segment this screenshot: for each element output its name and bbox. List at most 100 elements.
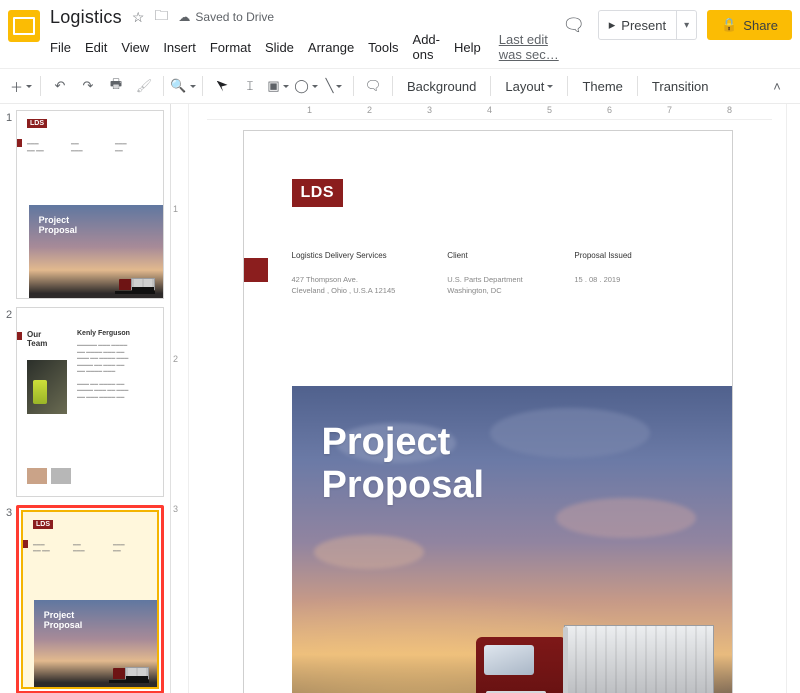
mini-truck-icon [109,665,149,683]
slide-canvas[interactable]: LDS Logistics Delivery Services 427 Thom… [243,130,733,693]
thumb-row: 1 LDS ▁▁▁▁▁ ▁▁▁▁▁▁▁▁▁▁▁▁ Project Proposa… [2,110,164,299]
present-dropdown[interactable]: ▾ [677,10,697,40]
ruler-num: 3 [427,105,432,115]
lock-icon: 🔒 [721,17,737,33]
last-edit-link[interactable]: Last edit was sec… [499,32,560,62]
col2-line2: Washington, DC [447,285,574,296]
separator [163,76,164,96]
menu-format[interactable]: Format [210,40,251,55]
slides-app-icon[interactable] [8,10,40,42]
saved-text: Saved to Drive [195,10,274,24]
shape-tool[interactable]: ◯ [293,73,319,99]
mini-accent [17,139,22,147]
toolbar: ＋ ↶ ↷ 🖶 🖌 🔍 𝙸 ▣ ◯ ╲ 🗨 Background Layout … [0,68,800,104]
new-slide-button[interactable]: ＋ [8,73,34,99]
comments-icon[interactable]: 🗨 [560,11,588,39]
menu-slide[interactable]: Slide [265,40,294,55]
header: Logistics ☆ 🗀 ☁ Saved to Drive File Edit… [0,0,800,68]
menu-edit[interactable]: Edit [85,40,107,55]
separator [353,76,354,96]
menu-file[interactable]: File [50,40,71,55]
menu-addons[interactable]: Add-ons [413,32,440,62]
separator [392,76,393,96]
star-icon[interactable]: ☆ [132,9,145,26]
present-label: Present [621,18,666,33]
select-tool[interactable] [209,73,235,99]
menu-view[interactable]: View [121,40,149,55]
mini-hero: Project Proposal [29,205,163,299]
line-tool[interactable]: ╲ [321,73,347,99]
saved-status[interactable]: ☁ Saved to Drive [178,10,274,24]
print-button[interactable]: 🖶 [103,73,129,99]
mini-heading: Our Team [27,330,47,348]
menu-arrange[interactable]: Arrange [308,40,354,55]
mini-accent [23,540,28,548]
vertical-ruler[interactable]: 1 2 3 [171,104,189,693]
col1-line1: 427 Thompson Ave. [292,274,448,285]
present-button[interactable]: ▸ Present [598,10,677,40]
title-block: Logistics ☆ 🗀 ☁ Saved to Drive File Edit… [50,6,560,68]
mini-hero-title: Project Proposal [44,610,83,631]
thumb-row: 3 LDS ▁▁▁▁▁ ▁▁▁▁▁▁▁▁▁▁▁▁ Project Proposa… [2,505,164,693]
menu-help[interactable]: Help [454,40,481,55]
hero-title[interactable]: Project Proposal [322,421,485,506]
mini-hero: Project Proposal [34,600,157,688]
paint-format-button[interactable]: 🖌 [131,73,157,99]
ruler-num: 5 [547,105,552,115]
separator [567,76,568,96]
slide-thumb-1[interactable]: LDS ▁▁▁▁▁ ▁▁▁▁▁▁▁▁▁▁▁▁ Project Proposal [16,110,164,299]
canvas-wrap: 1 2 3 4 5 6 7 8 LDS Logistics Delivery S… [189,104,786,693]
mini-logo: LDS [27,119,47,128]
truck-illustration [454,606,714,693]
doc-title[interactable]: Logistics [50,7,122,28]
mini-accent [17,332,22,340]
separator [40,76,41,96]
mini-photo-small [27,468,47,484]
mini-hero-title: Project Proposal [39,215,78,236]
ruler-num: 2 [367,105,372,115]
ruler-num: 8 [727,105,732,115]
slide-meta-grid[interactable]: Logistics Delivery Services 427 Thompson… [292,251,702,297]
horizontal-ruler[interactable]: 1 2 3 4 5 6 7 8 [207,104,772,120]
hero-image[interactable]: Project Proposal [292,386,732,693]
comment-button[interactable]: 🗨 [360,73,386,99]
present-play-icon: ▸ [609,17,616,33]
theme-button[interactable]: Theme [574,73,630,99]
menu-insert[interactable]: Insert [163,40,196,55]
col3-heading: Proposal Issued [574,251,701,260]
ruler-num: 7 [667,105,672,115]
share-button[interactable]: 🔒 Share [707,10,792,40]
col1-heading: Logistics Delivery Services [292,251,448,260]
background-button[interactable]: Background [399,73,484,99]
move-icon[interactable]: 🗀 [154,5,168,29]
undo-button[interactable]: ↶ [47,73,73,99]
menu-bar: File Edit View Insert Format Slide Arran… [50,28,560,68]
menu-tools[interactable]: Tools [368,40,398,55]
thumb-row: 2 Our Team Kenly Ferguson ▬▬▬▬▬ ▬▬▬ ▬▬▬▬… [2,307,164,496]
hide-menus-button[interactable]: ˄ [764,73,790,99]
filmstrip[interactable]: 1 LDS ▁▁▁▁▁ ▁▁▁▁▁▁▁▁▁▁▁▁ Project Proposa… [0,104,171,693]
present-split: ▸ Present ▾ [598,10,697,40]
separator [202,76,203,96]
col2-heading: Client [447,251,574,260]
slide-thumb-2[interactable]: Our Team Kenly Ferguson ▬▬▬▬▬ ▬▬▬ ▬▬▬▬▬▬… [16,307,164,496]
redo-button[interactable]: ↷ [75,73,101,99]
transition-button[interactable]: Transition [644,73,717,99]
col2-line1: U.S. Parts Department [447,274,574,285]
zoom-button[interactable]: 🔍 [170,73,196,99]
textbox-tool[interactable]: 𝙸 [237,73,263,99]
layout-button[interactable]: Layout [497,73,561,99]
slide-logo[interactable]: LDS [292,179,344,207]
ruler-num: 6 [607,105,612,115]
image-tool[interactable]: ▣ [265,73,291,99]
cloud-icon: ☁ [178,10,190,24]
col3-line1: 15 . 08 . 2019 [574,274,701,285]
thumb-number: 2 [2,307,16,321]
slide-accent[interactable] [244,258,268,282]
ruler-num: 1 [307,105,312,115]
workspace: 1 LDS ▁▁▁▁▁ ▁▁▁▁▁▁▁▁▁▁▁▁ Project Proposa… [0,104,800,693]
mini-logo: LDS [33,520,53,529]
slide-thumb-3[interactable]: LDS ▁▁▁▁▁ ▁▁▁▁▁▁▁▁▁▁▁▁ Project Proposal [16,505,164,693]
ruler-num: 1 [173,204,178,214]
ruler-num: 4 [487,105,492,115]
